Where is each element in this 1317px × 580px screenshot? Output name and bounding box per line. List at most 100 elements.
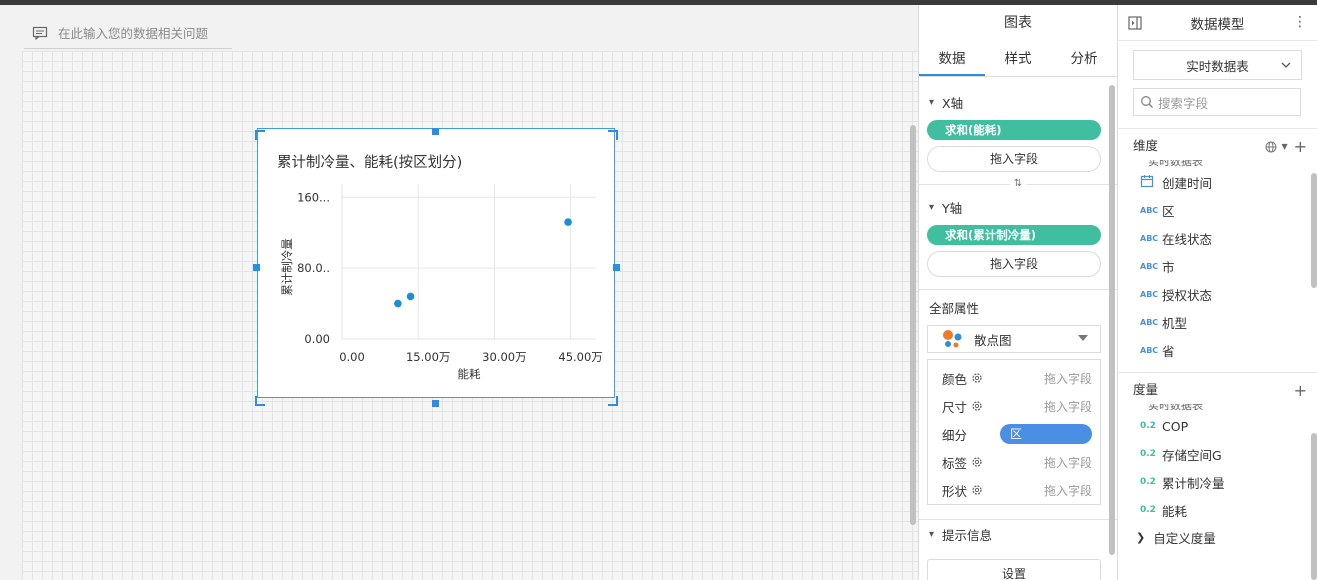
x-tick-label: 0.00 [339, 350, 365, 364]
gear-icon[interactable] [971, 400, 983, 412]
x-axis-drop-zone[interactable]: 拖入字段 [927, 146, 1101, 172]
swap-axes-icon[interactable]: ⇅ [919, 178, 1117, 192]
settings-button[interactable]: 设置 [927, 559, 1101, 580]
chart-type-select[interactable]: 散点图 [927, 325, 1101, 353]
y-axis-drop-zone[interactable]: 拖入字段 [927, 251, 1101, 277]
prop-shape[interactable]: 形状 拖入字段 [928, 476, 1100, 504]
numeric-type-icon: 0.2 [1140, 449, 1156, 459]
resize-handle-left[interactable] [253, 264, 260, 271]
y-axis-label: Y轴 [942, 200, 963, 216]
resize-handle-right[interactable] [613, 264, 620, 271]
x-axis-label: 能耗 [458, 367, 481, 381]
chart-config-panel: 图表 数据 样式 分析 ▾ X轴 求和(能耗) 拖入字段 ⇅ ▾ Y轴 求和(累… [918, 5, 1118, 580]
x-axis-section[interactable]: ▾ X轴 [919, 87, 1117, 117]
numeric-type-icon: 0.2 [1140, 477, 1156, 487]
drop-hint: 拖入字段 [1043, 399, 1092, 414]
field-name: 市 [1162, 259, 1175, 275]
resize-corner-tr[interactable] [608, 130, 618, 140]
resize-corner-br[interactable] [608, 396, 618, 406]
field-item[interactable]: ABC 市 [1118, 252, 1317, 280]
chart-widget[interactable]: 累计制冷量、能耗(按区划分) 0.00 15.00万 30.00万 45.00万 0.0… [257, 128, 615, 398]
collapse-panel-icon[interactable] [1128, 16, 1142, 30]
dimensions-list: 创建时间 ABC 区 ABC 在线状态 ABC 市 ABC 授权状态 ABC 机型 ABC 省 [1118, 168, 1317, 364]
measures-group-label: 实时数据表 [1148, 404, 1203, 412]
data-model-title: 数据模型 [1190, 16, 1245, 33]
all-props-label: 全部属性 [929, 301, 980, 316]
field-item[interactable]: ABC 区 [1118, 196, 1317, 224]
field-item[interactable]: ABC 在线状态 [1118, 224, 1317, 252]
config-panel-scrollbar[interactable] [1109, 85, 1115, 555]
gear-icon[interactable] [971, 456, 983, 468]
field-item[interactable]: ABC 机型 [1118, 308, 1317, 336]
resize-handle-top[interactable] [432, 128, 439, 135]
chevron-down-icon: ▾ [929, 96, 935, 108]
divider [919, 289, 1117, 290]
drop-hint: 拖入字段 [1043, 371, 1092, 386]
measures-scrollbar[interactable] [1311, 433, 1317, 580]
detail-field-pill[interactable]: 区 [1000, 424, 1092, 444]
field-item[interactable]: 0.2 累计制冷量 [1118, 468, 1317, 496]
globe-icon[interactable] [1265, 141, 1277, 153]
numeric-type-icon: 0.2 [1140, 505, 1156, 515]
custom-measures-label: 自定义度量 [1153, 530, 1216, 546]
resize-handle-bottom[interactable] [432, 400, 439, 407]
string-type-icon: ABC [1140, 233, 1159, 243]
prop-detail[interactable]: 细分 区 [928, 420, 1100, 448]
prop-size[interactable]: 尺寸 拖入字段 [928, 392, 1100, 420]
canvas-scrollbar[interactable] [910, 125, 916, 525]
add-icon[interactable]: + [1294, 137, 1307, 156]
field-name: 创建时间 [1162, 175, 1213, 191]
field-search-input[interactable]: 搜索字段 [1133, 88, 1301, 116]
comment-icon [32, 26, 48, 40]
resize-corner-bl[interactable] [255, 396, 265, 406]
caret-down-icon[interactable]: ▼ [1281, 142, 1287, 151]
string-type-icon: ABC [1140, 289, 1159, 299]
tab-analysis[interactable]: 分析 [1051, 41, 1117, 76]
field-name: 在线状态 [1162, 231, 1213, 247]
question-input[interactable]: 在此输入您的数据相关问题 [24, 17, 232, 49]
dataset-select[interactable]: 实时数据表 [1133, 50, 1302, 80]
drop-hint: 拖入字段 [1043, 483, 1092, 498]
x-axis-field[interactable]: 求和(能耗) [927, 120, 1101, 140]
field-item[interactable]: 0.2 能耗 [1118, 496, 1317, 524]
string-type-icon: ABC [1140, 261, 1159, 271]
more-icon[interactable]: ⋮ [1293, 14, 1307, 30]
prop-label[interactable]: 标签 拖入字段 [928, 448, 1100, 476]
dataset-label: 实时数据表 [1186, 58, 1249, 74]
field-item[interactable]: ABC 授权状态 [1118, 280, 1317, 308]
string-type-icon: ABC [1140, 205, 1159, 215]
field-name: 存储空间G [1162, 447, 1222, 463]
resize-corner-tl[interactable] [255, 130, 265, 140]
field-name: 省 [1162, 343, 1175, 359]
search-icon [1141, 96, 1154, 109]
tab-style[interactable]: 样式 [985, 41, 1051, 76]
panel-title: 图表 [1004, 15, 1032, 31]
field-item[interactable]: 0.2 存储空间G [1118, 440, 1317, 468]
tooltip-section[interactable]: ▾ 提示信息 [919, 519, 1117, 549]
field-item[interactable]: 0.2 COP [1118, 412, 1317, 440]
y-axis-section[interactable]: ▾ Y轴 [919, 192, 1117, 222]
y-axis-field[interactable]: 求和(累计制冷量) [927, 225, 1101, 245]
field-item[interactable]: 创建时间 [1118, 168, 1317, 196]
field-name: COP [1162, 418, 1189, 434]
custom-measures-item[interactable]: ❯ 自定义度量 [1118, 524, 1317, 550]
tab-data[interactable]: 数据 [919, 41, 985, 76]
config-tabs: 数据 样式 分析 [919, 41, 1117, 77]
dimensions-group-label: 实时数据表 [1148, 160, 1203, 168]
chart-type-label: 散点图 [974, 332, 1012, 348]
dropdown-caret-icon [1078, 335, 1088, 341]
drop-hint: 拖入字段 [1043, 455, 1092, 470]
y-tick-label: 80.0.. [297, 261, 330, 275]
scatter-point [406, 292, 415, 301]
gear-icon[interactable] [971, 484, 983, 496]
string-type-icon: ABC [1140, 317, 1159, 327]
gear-icon[interactable] [971, 372, 983, 384]
numeric-type-icon: 0.2 [1140, 421, 1156, 431]
scatter-point [394, 299, 402, 308]
string-type-icon: ABC [1140, 345, 1159, 355]
add-icon[interactable]: + [1294, 381, 1307, 400]
field-name: 累计制冷量 [1162, 475, 1225, 491]
field-item[interactable]: ABC 省 [1118, 336, 1317, 364]
dimensions-scrollbar[interactable] [1311, 173, 1317, 288]
prop-color[interactable]: 颜色 拖入字段 [928, 364, 1100, 392]
